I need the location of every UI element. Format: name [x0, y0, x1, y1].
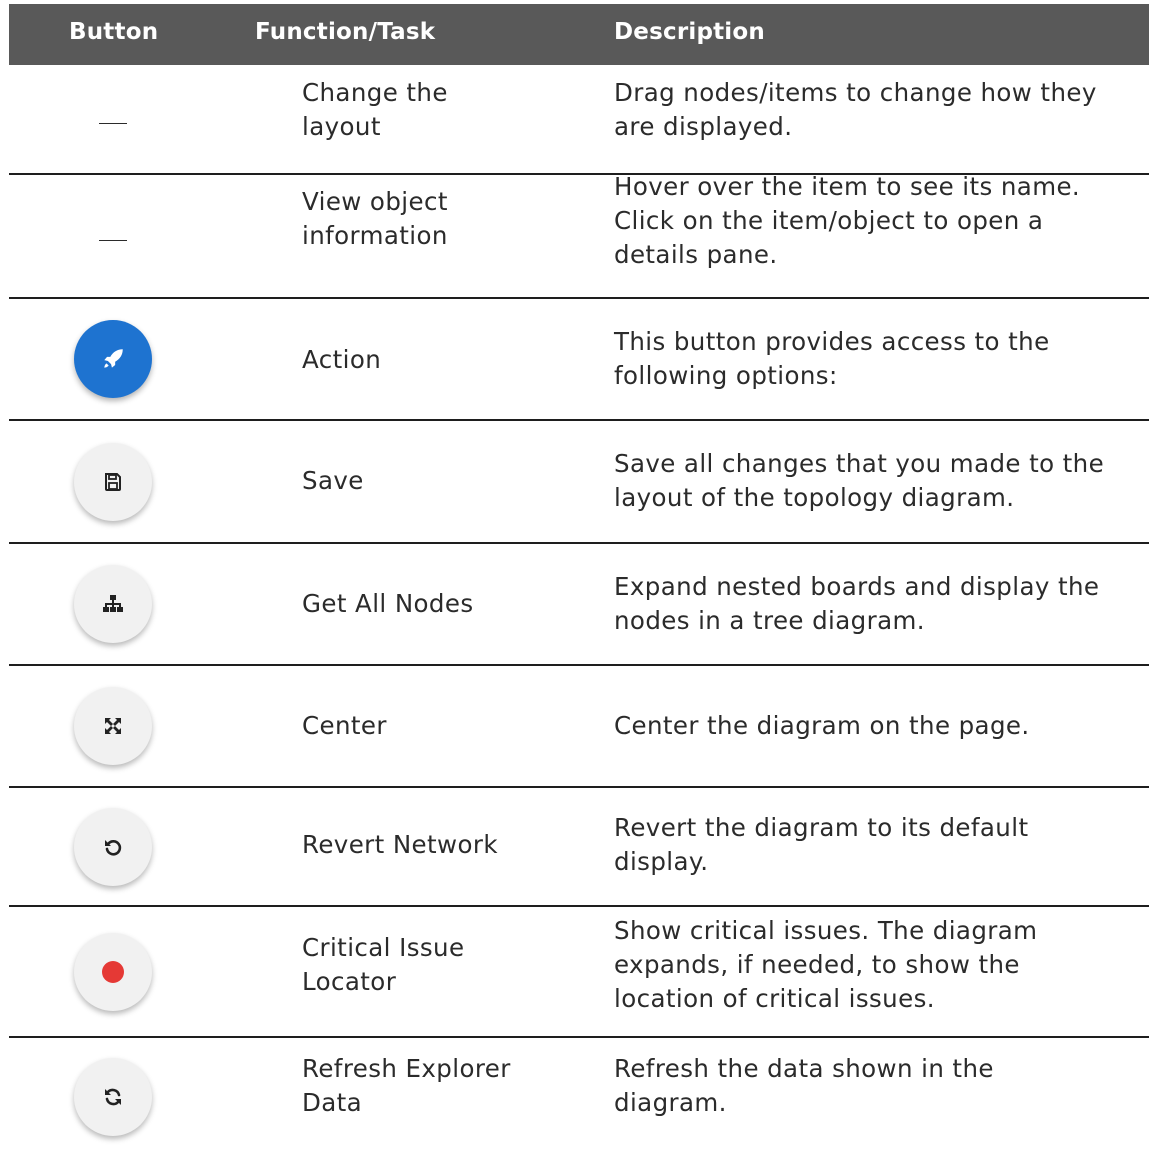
- function-cell: Action: [302, 343, 552, 377]
- description-line: nodes in a tree diagram.: [614, 606, 925, 635]
- header-description: Description: [614, 19, 765, 45]
- description-cell: Center the diagram on the page.: [614, 709, 1149, 743]
- table-row: Action This button provides access to th…: [9, 299, 1149, 421]
- description-line: details pane.: [614, 240, 778, 269]
- action-button[interactable]: [74, 320, 152, 398]
- table-row: Get All Nodes Expand nested boards and d…: [9, 544, 1149, 666]
- function-cell: Get All Nodes: [302, 587, 552, 621]
- button-reference-table: Button Function/Task Description Change …: [9, 4, 1149, 1152]
- revert-network-button[interactable]: [74, 807, 152, 886]
- function-line: View object: [302, 187, 448, 216]
- expand-icon: [105, 718, 121, 734]
- description-cell: Hover over the item to see its name. Cli…: [614, 170, 1149, 272]
- description-line: Drag nodes/items to change how they: [614, 78, 1097, 107]
- description-line: Expand nested boards and display the: [614, 572, 1100, 601]
- function-cell: Change the layout: [302, 76, 552, 144]
- header-button: Button: [69, 19, 159, 45]
- function-line: Refresh Explorer: [302, 1054, 511, 1083]
- description-line: Click on the item/object to open a: [614, 206, 1044, 235]
- save-icon: [105, 472, 121, 491]
- table-row: Critical Issue Locator Show critical iss…: [9, 907, 1149, 1038]
- description-cell: Revert the diagram to its default displa…: [614, 811, 1149, 879]
- button-cell: [9, 544, 217, 664]
- function-line: Data: [302, 1088, 363, 1117]
- button-cell: [9, 666, 217, 786]
- button-cell: [9, 421, 217, 542]
- button-cell: [9, 175, 217, 297]
- description-line: layout of the topology diagram.: [614, 483, 1015, 512]
- table-row: Center Center the diagram on the page.: [9, 666, 1149, 788]
- sitemap-icon: [103, 595, 123, 612]
- table-header: Button Function/Task Description: [9, 4, 1149, 65]
- description-cell: This button provides access to the follo…: [614, 325, 1149, 393]
- description-line: Show critical issues. The diagram: [614, 916, 1038, 945]
- critical-issue-locator-button[interactable]: [74, 932, 152, 1011]
- table-row: Revert Network Revert the diagram to its…: [9, 788, 1149, 907]
- button-cell: [9, 299, 217, 419]
- table-row: Save Save all changes that you made to t…: [9, 421, 1149, 544]
- description-cell: Refresh the data shown in the diagram.: [614, 1052, 1149, 1120]
- function-line: Revert Network: [302, 830, 498, 859]
- description-line: expands, if needed, to show the: [614, 950, 1020, 979]
- function-cell: View object information: [302, 185, 552, 253]
- function-cell: Refresh Explorer Data: [302, 1052, 552, 1120]
- header-function-task: Function/Task: [255, 19, 436, 45]
- save-button[interactable]: [74, 442, 152, 521]
- description-line: Refresh the data shown in the: [614, 1054, 994, 1083]
- description-line: display.: [614, 847, 709, 876]
- description-cell: Expand nested boards and display the nod…: [614, 570, 1149, 638]
- function-line: layout: [302, 112, 381, 141]
- function-line: Save: [302, 466, 364, 495]
- table-row: View object information Hover over the i…: [9, 172, 1149, 299]
- undo-icon: [105, 839, 122, 856]
- button-cell: [9, 65, 217, 173]
- button-cell: [9, 907, 217, 1036]
- function-cell: Center: [302, 709, 552, 743]
- button-cell: [9, 788, 217, 905]
- description-line: Hover over the item to see its name.: [614, 172, 1081, 201]
- description-line: location of critical issues.: [614, 984, 935, 1013]
- function-cell: Critical Issue Locator: [302, 931, 552, 999]
- function-line: Center: [302, 711, 387, 740]
- refresh-explorer-data-button[interactable]: [74, 1058, 152, 1136]
- get-all-nodes-button[interactable]: [74, 565, 152, 643]
- function-line: Locator: [302, 967, 397, 996]
- red-dot-icon: [102, 960, 124, 983]
- function-cell: Save: [302, 464, 552, 498]
- table-row: Refresh Explorer Data Refresh the data s…: [9, 1038, 1149, 1152]
- description-line: Revert the diagram to its default: [614, 813, 1029, 842]
- refresh-icon: [105, 1088, 121, 1106]
- description-line: This button provides access to the: [614, 327, 1050, 356]
- description-line: are displayed.: [614, 112, 793, 141]
- description-line: diagram.: [614, 1088, 727, 1117]
- function-line: Critical Issue: [302, 933, 465, 962]
- description-line: Center the diagram on the page.: [614, 711, 1030, 740]
- description-line: following options:: [614, 361, 838, 390]
- table-row: Change the layout Drag nodes/items to ch…: [9, 65, 1149, 175]
- button-cell: [9, 1038, 217, 1156]
- function-cell: Revert Network: [302, 828, 552, 862]
- description-line: Save all changes that you made to the: [614, 449, 1105, 478]
- dash-placeholder: [99, 239, 127, 241]
- function-line: Action: [302, 345, 382, 374]
- function-line: Change the: [302, 78, 448, 107]
- description-cell: Save all changes that you made to the la…: [614, 447, 1149, 515]
- description-cell: Show critical issues. The diagram expand…: [614, 914, 1149, 1016]
- center-button[interactable]: [74, 687, 152, 765]
- rocket-icon: [104, 349, 123, 368]
- function-line: Get All Nodes: [302, 589, 474, 618]
- description-cell: Drag nodes/items to change how they are …: [614, 76, 1149, 144]
- function-line: information: [302, 221, 448, 250]
- dash-placeholder: [99, 122, 127, 124]
